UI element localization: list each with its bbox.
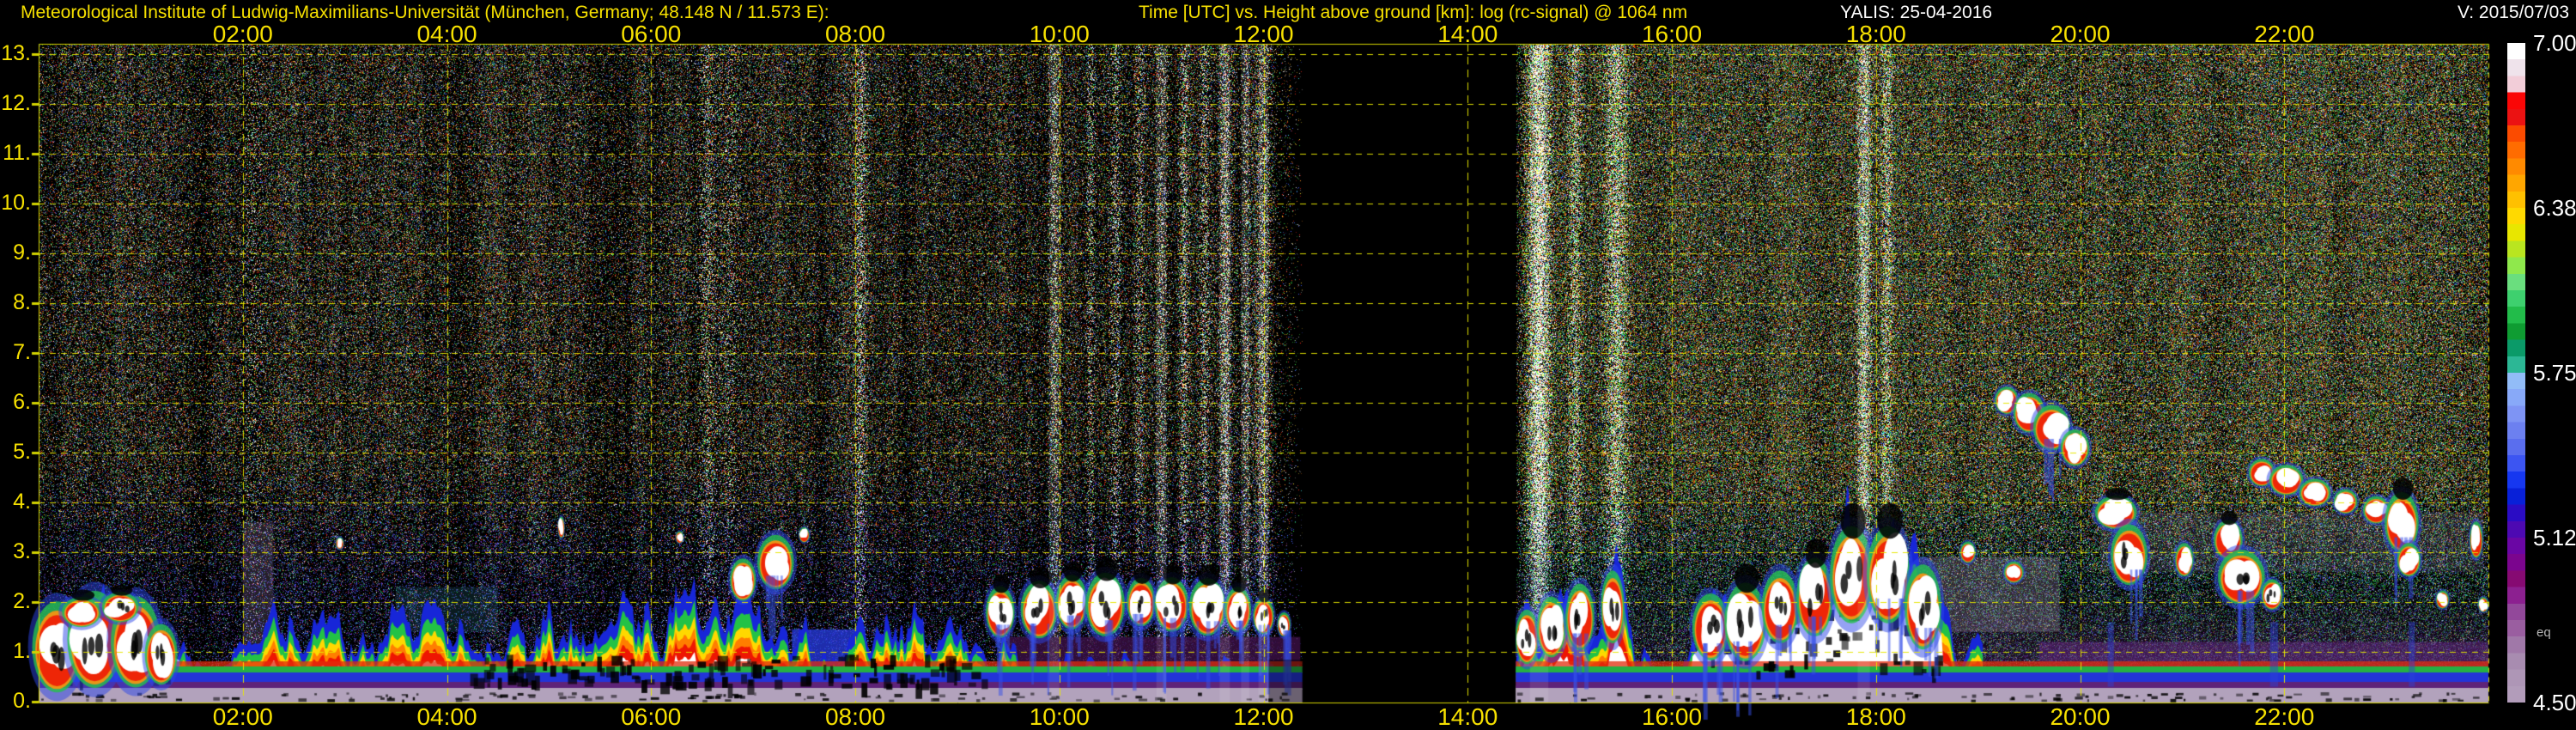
y-tick-label: 1.: [13, 639, 31, 663]
x-tick-label-bottom: 10:00: [1029, 703, 1090, 730]
x-tick-label-top: 10:00: [1029, 21, 1090, 47]
x-tick-label-top: 20:00: [2050, 21, 2111, 47]
software-version: V: 2015/07/03: [2458, 3, 2569, 22]
y-tick-label: 9.: [13, 240, 31, 265]
x-tick-label-bottom: 02:00: [212, 703, 273, 730]
y-tick-label: 4.: [13, 490, 31, 514]
y-tick-label: 11.: [3, 141, 31, 165]
colorbar-tick-label: 7.00: [2533, 30, 2576, 56]
colorbar-tick-label: 6.38: [2533, 195, 2576, 221]
y-tick-label: 3.: [13, 539, 31, 563]
y-tick-label: 6.: [13, 390, 31, 414]
x-tick-label-bottom: 12:00: [1233, 703, 1294, 730]
x-tick-label-bottom: 20:00: [2050, 703, 2111, 730]
x-tick-label-bottom: 22:00: [2254, 703, 2315, 730]
colorbar-tick-label: 5.75: [2533, 360, 2576, 386]
y-tick-label: 5.: [13, 440, 31, 464]
x-tick-label-bottom: 06:00: [621, 703, 682, 730]
y-tick-label: 12.: [1, 91, 31, 115]
y-tick-label: 0.: [13, 689, 31, 713]
y-tick-label: 7.: [13, 340, 31, 364]
x-tick-label-top: 12:00: [1233, 21, 1294, 47]
y-tick-label: 10.: [1, 191, 31, 215]
colorbar-tick-label: 4.50: [2533, 690, 2576, 715]
x-tick-label-bottom: 14:00: [1437, 703, 1498, 730]
x-tick-label-top: 02:00: [212, 21, 273, 47]
lidar-quicklook-app: Meteorological Institute of Ludwig-Maxim…: [0, 0, 2576, 730]
x-tick-label-top: 04:00: [416, 21, 477, 47]
y-tick-label: 8.: [13, 290, 31, 314]
x-tick-label-top: 06:00: [621, 21, 682, 47]
colorbar-unit-note: eq: [2537, 625, 2551, 640]
lidar-heatmap-canvas: [0, 0, 2576, 730]
x-tick-label-top: 16:00: [1641, 21, 1703, 47]
y-tick-label: 2.: [13, 589, 31, 613]
plot-title: Time [UTC] vs. Height above ground [km]:…: [1139, 3, 1688, 22]
instrument-date: YALIS: 25-04-2016: [1840, 3, 1993, 22]
x-tick-label-top: 14:00: [1437, 21, 1498, 47]
x-tick-label-top: 18:00: [1845, 21, 1906, 47]
colorbar: [2507, 43, 2525, 703]
colorbar-tick-label: 5.12: [2533, 525, 2576, 551]
x-tick-label-bottom: 08:00: [824, 703, 886, 730]
institute-title: Meteorological Institute of Ludwig-Maxim…: [21, 3, 829, 22]
x-tick-label-bottom: 16:00: [1641, 703, 1703, 730]
x-tick-label-top: 22:00: [2254, 21, 2315, 47]
x-tick-label-bottom: 04:00: [416, 703, 477, 730]
x-tick-label-bottom: 18:00: [1845, 703, 1906, 730]
y-tick-label: 13.: [1, 41, 31, 65]
x-tick-label-top: 08:00: [824, 21, 886, 47]
